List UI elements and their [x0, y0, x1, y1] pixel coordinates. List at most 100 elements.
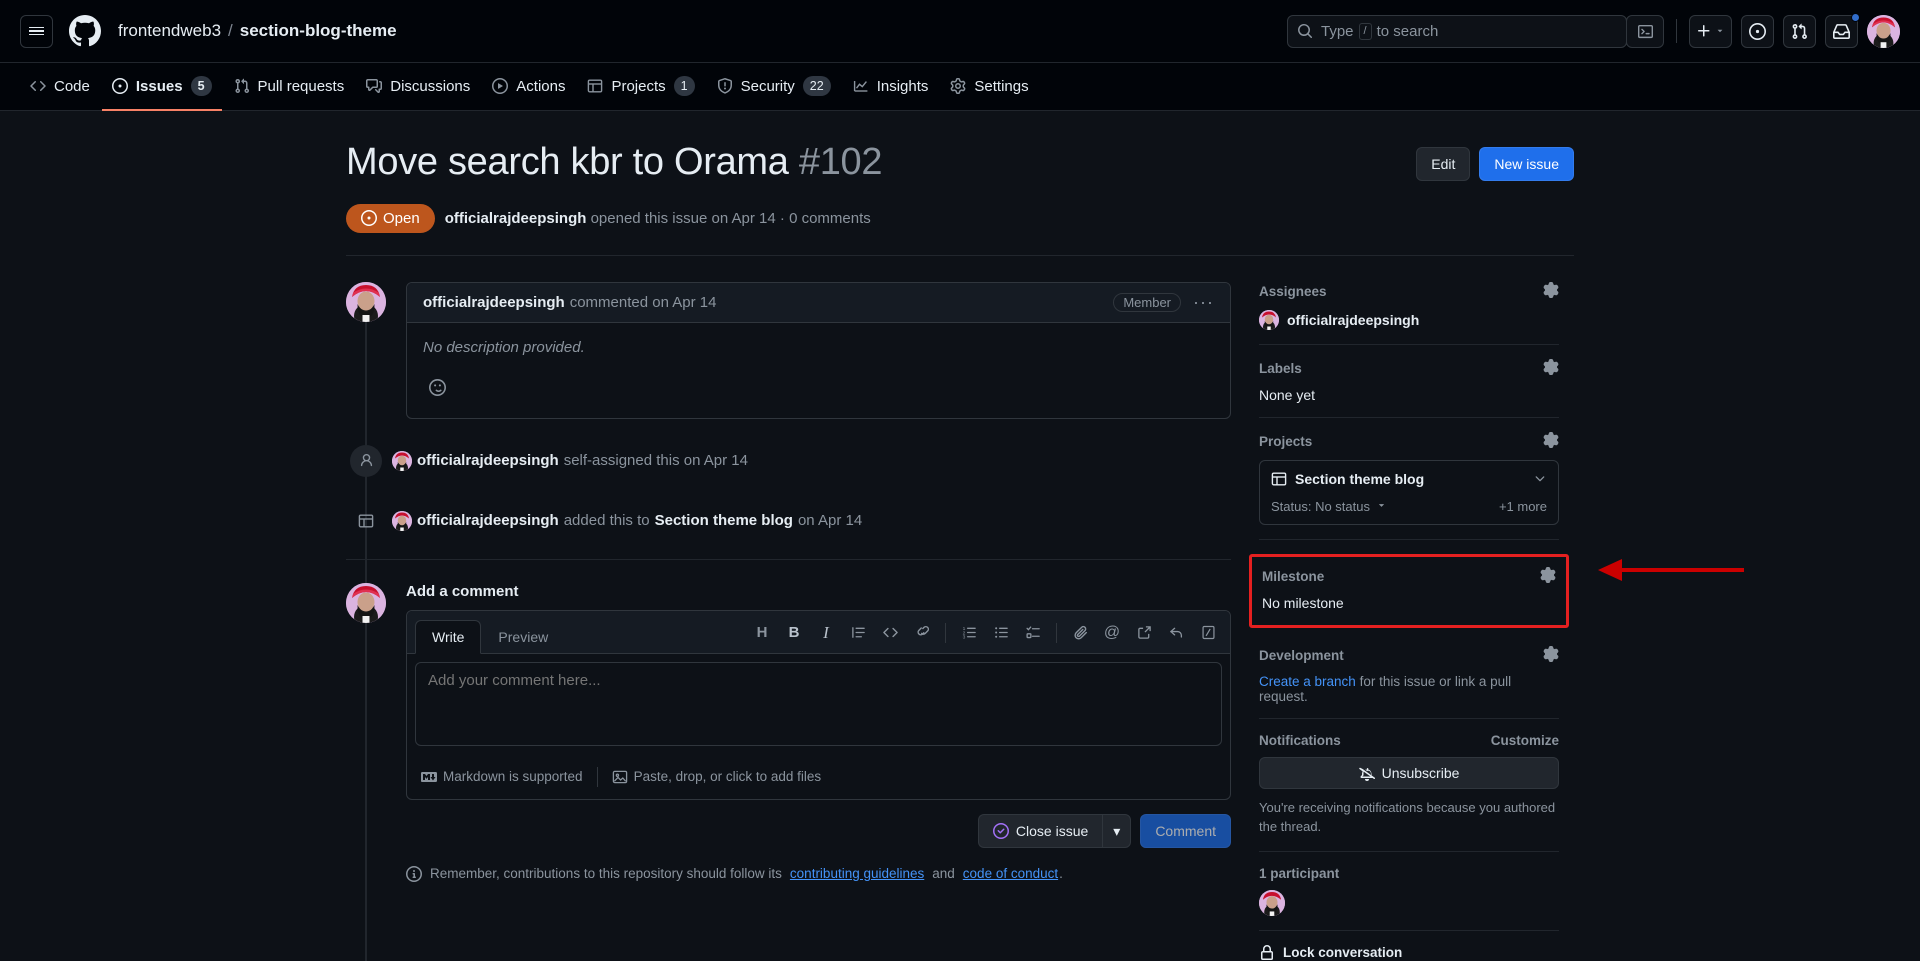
create-branch-link[interactable]: Create a branch: [1259, 674, 1356, 689]
repo-tab-security[interactable]: Security 22: [707, 63, 841, 111]
command-palette-button[interactable]: [1626, 14, 1664, 48]
search-input[interactable]: Type / to search: [1287, 14, 1627, 48]
breadcrumb-owner[interactable]: frontendweb3: [118, 21, 221, 41]
edit-button[interactable]: Edit: [1416, 147, 1471, 181]
bold-icon[interactable]: B: [780, 619, 808, 647]
comment-editor: Write Preview H B I 1 2 3 @ Add your com…: [406, 609, 1231, 800]
contributing-guidelines-link[interactable]: contributing guidelines: [790, 866, 924, 881]
footer-divider: [596, 766, 598, 787]
code-of-conduct-link[interactable]: code of conduct: [963, 866, 1058, 881]
attach-file-icon[interactable]: [1066, 619, 1094, 647]
reference-icon[interactable]: [1130, 619, 1158, 647]
unsubscribe-button[interactable]: Unsubscribe: [1259, 756, 1559, 789]
gear-icon[interactable]: [1543, 431, 1559, 451]
gear-icon[interactable]: [1543, 645, 1559, 665]
comment-text: No description provided.: [423, 338, 585, 356]
quote-icon[interactable]: [844, 619, 872, 647]
gear-icon[interactable]: [1543, 281, 1559, 301]
close-issue-dropdown-button[interactable]: ▾: [1102, 813, 1132, 848]
sidebar-labels-header: Labels: [1259, 358, 1559, 378]
task-list-icon[interactable]: [1019, 619, 1047, 647]
comment-body: No description provided.: [407, 323, 1230, 418]
comment-author[interactable]: officialrajdeepsingh: [423, 294, 565, 311]
ordered-list-icon[interactable]: 123: [955, 619, 983, 647]
user-avatar[interactable]: [1867, 14, 1900, 48]
chevron-down-icon[interactable]: [1376, 499, 1387, 514]
repo-tab-counter: 22: [802, 76, 831, 96]
avatar[interactable]: [392, 450, 412, 471]
comment-submit-button[interactable]: Comment: [1140, 813, 1231, 848]
avatar[interactable]: [346, 582, 386, 623]
project-status-label[interactable]: Status: No status: [1271, 499, 1370, 514]
tab-write[interactable]: Write: [415, 619, 482, 654]
repo-tab-counter: 1: [673, 76, 695, 96]
repo-tab-label: Insights: [876, 77, 929, 95]
repo-tab-projects[interactable]: Projects 1: [577, 63, 704, 111]
issue-main-column: officialrajdeepsingh commented on Apr 14…: [346, 281, 1231, 961]
unordered-list-icon[interactable]: [987, 619, 1015, 647]
repo-tab-insights[interactable]: Insights: [843, 63, 939, 111]
global-nav-menu-button[interactable]: [20, 14, 53, 48]
new-issue-button[interactable]: New issue: [1479, 147, 1574, 181]
assignee-item[interactable]: officialrajdeepsingh: [1259, 309, 1559, 330]
repo-tab-settings[interactable]: Settings: [940, 63, 1038, 111]
graph-icon: [853, 81, 868, 92]
issue-header-actions: Edit New issue: [1416, 139, 1574, 181]
comment-form-actions: Close issue ▾ Comment: [406, 813, 1231, 848]
notifications-button[interactable]: [1825, 12, 1860, 48]
repo-tab-issues[interactable]: Issues 5: [101, 63, 222, 111]
participant-avatar[interactable]: [1259, 889, 1285, 916]
gear-icon[interactable]: [1540, 566, 1556, 586]
sidebar-section-development: Development Create a branch for this iss…: [1259, 628, 1559, 719]
comment-form: Add a comment Write Preview H B I 1 2 3 …: [406, 583, 1231, 882]
sidebar-assignees-header: Assignees: [1259, 281, 1559, 301]
mention-icon[interactable]: @: [1098, 619, 1126, 647]
sidebar-section-title: Assignees: [1259, 283, 1327, 299]
markdown-supported-note[interactable]: Markdown is supported: [421, 769, 583, 785]
repo-tab-pull-requests[interactable]: Pull requests: [224, 63, 355, 111]
tab-preview[interactable]: Preview: [481, 620, 565, 654]
heading-icon[interactable]: H: [748, 619, 776, 647]
your-pull-requests-button[interactable]: [1783, 14, 1816, 48]
add-comment-title: Add a comment: [406, 582, 519, 600]
customize-notifications-link[interactable]: Customize: [1491, 733, 1559, 748]
breadcrumb-repo[interactable]: section-blog-theme: [240, 21, 397, 41]
comment-menu-button[interactable]: ···: [1193, 293, 1214, 311]
comment-input[interactable]: [415, 661, 1222, 746]
timeline-project-link[interactable]: Section theme blog: [655, 512, 793, 529]
saved-replies-icon[interactable]: [1194, 619, 1222, 647]
timeline-actor[interactable]: officialrajdeepsingh: [417, 452, 559, 469]
reply-icon[interactable]: [1162, 619, 1190, 647]
github-logo-icon[interactable]: [69, 15, 101, 47]
close-issue-button[interactable]: Close issue: [977, 813, 1103, 848]
avatar[interactable]: [346, 281, 386, 322]
project-card[interactable]: Section theme blog Status: No status +1 …: [1259, 459, 1559, 525]
contribution-note-suffix: .: [1059, 866, 1063, 881]
attach-files-note[interactable]: Paste, drop, or click to add files: [612, 769, 821, 785]
italic-icon[interactable]: I: [812, 619, 840, 647]
code-icon[interactable]: [876, 619, 904, 647]
gear-icon[interactable]: [1543, 358, 1559, 378]
link-icon[interactable]: [908, 619, 936, 647]
timeline-action: added this to: [563, 512, 650, 529]
timeline-event-added-to-project: officialrajdeepsingh added this to Secti…: [346, 505, 1231, 537]
sidebar-projects-header: Projects: [1259, 431, 1559, 451]
issue-layout: officialrajdeepsingh commented on Apr 14…: [346, 281, 1574, 961]
issue-author[interactable]: officialrajdeepsingh: [445, 210, 587, 227]
your-issues-button[interactable]: [1741, 14, 1774, 48]
repo-tab-label: Actions: [516, 77, 566, 95]
close-issue-split-button: Close issue ▾: [977, 813, 1132, 848]
avatar[interactable]: [392, 510, 412, 531]
project-more-label[interactable]: +1 more: [1499, 499, 1547, 514]
comment-header-actions: Member ···: [1113, 292, 1214, 312]
create-new-button[interactable]: [1689, 14, 1732, 48]
chevron-down-icon[interactable]: [1533, 471, 1547, 488]
repo-tab-discussions[interactable]: Discussions: [356, 63, 480, 111]
add-reaction-button[interactable]: [423, 374, 451, 402]
repo-tab-code[interactable]: Code: [20, 63, 100, 111]
lock-conversation-button[interactable]: Lock conversation: [1259, 944, 1559, 961]
header-divider: [346, 254, 1574, 256]
comment-discussion-icon: [366, 79, 383, 93]
timeline-actor[interactable]: officialrajdeepsingh: [417, 512, 559, 529]
repo-tab-actions[interactable]: Actions: [482, 63, 575, 111]
